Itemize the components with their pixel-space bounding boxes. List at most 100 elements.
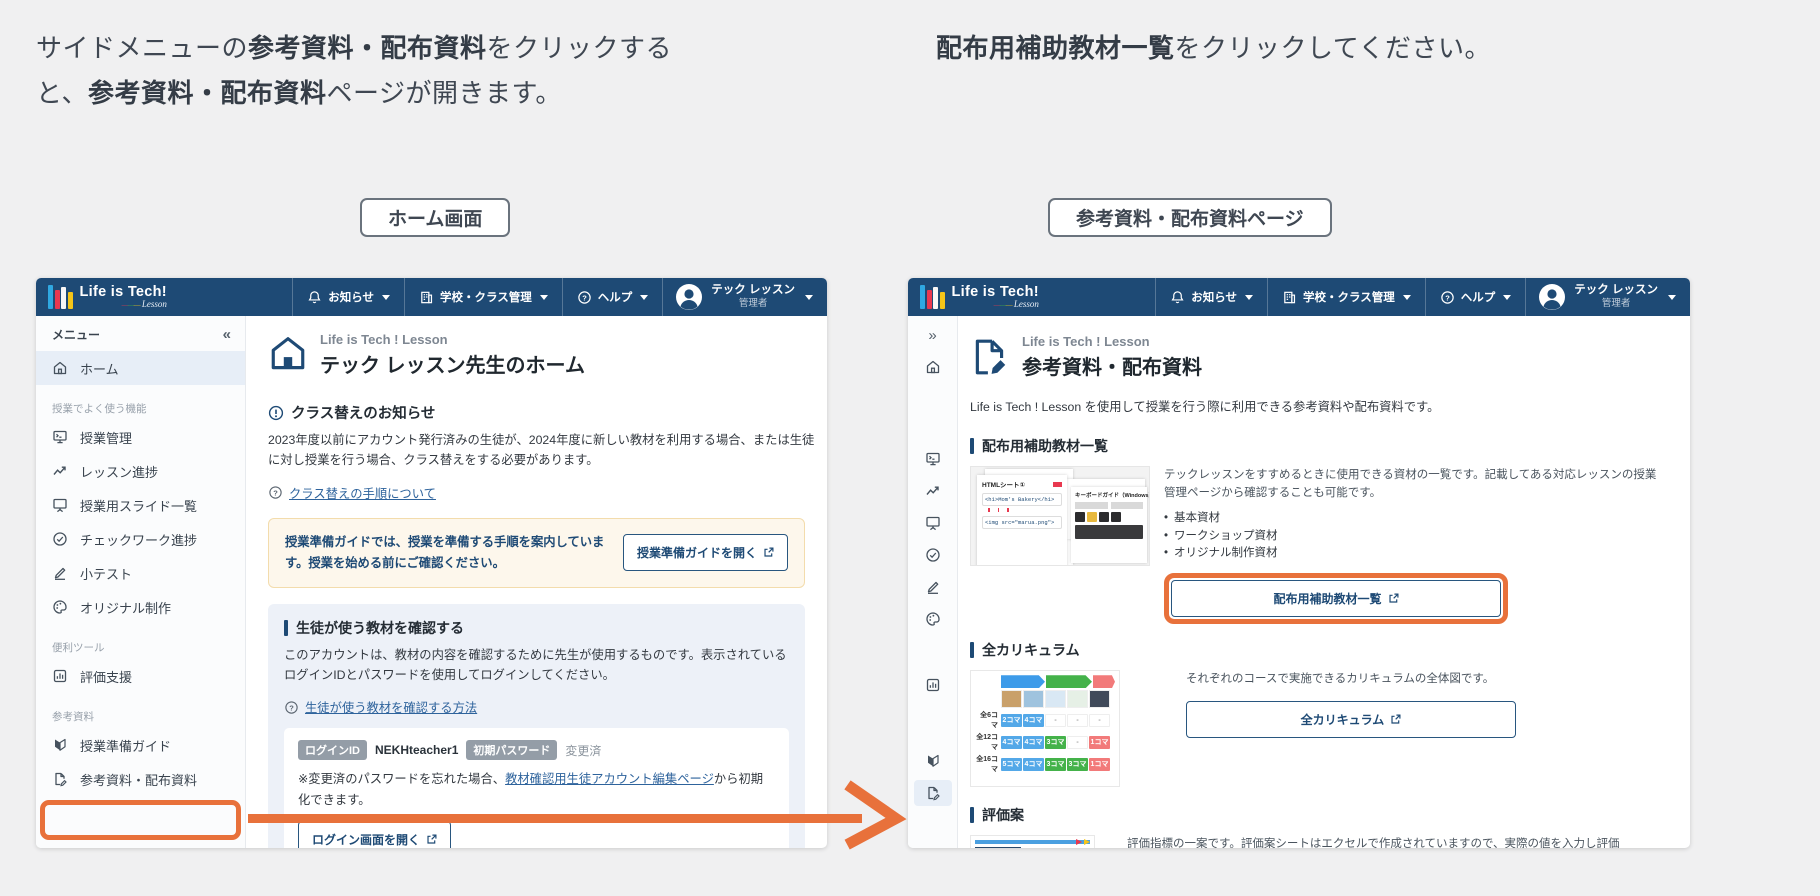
nav-school-class-management[interactable]: 学校・クラス管理 [1267, 278, 1425, 316]
open-prep-guide-button[interactable]: 授業準備ガイドを開く [622, 534, 788, 572]
page-intro: Life is Tech ! Lesson を使用して授業を行う際に利用できる参… [970, 400, 1440, 414]
curriculum-cell: 3コマ [1067, 757, 1088, 771]
sidebar-item-home[interactable]: ホーム [36, 351, 245, 385]
sidebar-item-reference-materials[interactable]: 参考資料・配布資料 [36, 762, 245, 796]
user-role: 管理者 [738, 298, 768, 310]
curriculum-row-label: 全16コマ [976, 756, 998, 774]
slides-icon[interactable] [914, 510, 952, 536]
class-management-icon[interactable] [914, 446, 952, 472]
external-link-icon [764, 547, 774, 557]
bullet-item: 基本資材 [1164, 510, 1666, 528]
lesson-progress-icon [53, 466, 66, 475]
sidebar-item-evaluation-support[interactable]: 評価支援 [36, 659, 245, 693]
sidebar-item-lesson-progress[interactable]: レッスン進捗 [36, 454, 245, 488]
logo-books-icon [48, 285, 73, 309]
sidebar-collapse-button[interactable]: « [223, 326, 231, 343]
checkwork-icon[interactable] [914, 542, 952, 568]
curriculum-row-label: 全6コマ [980, 712, 998, 730]
sidebar-expand-icon[interactable]: » [914, 322, 952, 348]
bullet-item: ワークショップ資材 [1164, 528, 1666, 546]
home-screen-screenshot: Life is Tech! ——— Lesson お知らせ 学校・クラス管理 ?… [36, 278, 827, 848]
curriculum-cell: - [1067, 735, 1088, 749]
reference-main-content: Life is Tech ! Lesson 参考資料・配布資料 Life is … [958, 316, 1690, 848]
sheet-title: HTMLシート① [982, 482, 1026, 489]
home-icon [53, 361, 67, 375]
quiz-icon[interactable] [914, 574, 952, 600]
nav-help[interactable]: ? ヘルプ [1424, 278, 1526, 316]
breadcrumb: Life is Tech ! Lesson [320, 332, 448, 347]
checkwork-icon [53, 532, 67, 546]
logo-subtitle: Lesson [141, 298, 167, 309]
evaluation-icon [53, 669, 67, 683]
notice-body: 2023年度以前にアカウント発行済みの生徒が、2024年度に新しい教材を利用する… [268, 433, 815, 467]
login-credentials-card: ログインID NEKHteacher1 初期パスワード 変更済 ※変更済のパスワ… [284, 728, 789, 848]
nav-label: お知らせ [328, 292, 375, 304]
external-link-icon [1388, 593, 1398, 603]
curriculum-thumbnail: 全6コマ 2コマ 4コマ - - - 全12コマ 4コマ 4コマ 3コマ - 1… [970, 670, 1120, 788]
evaluation-icon[interactable] [914, 672, 952, 698]
user-role: 管理者 [1601, 298, 1631, 310]
nav-notifications[interactable]: お知らせ [292, 278, 404, 316]
password-status: 変更済 [565, 743, 602, 758]
code-snippet: <img src="marua.png"> [982, 516, 1062, 529]
sidebar-item-lesson-prep-guide[interactable]: 授業準備ガイド [36, 728, 245, 762]
menu-label: メニュー [52, 328, 101, 342]
open-login-screen-button[interactable]: ログイン画面を開く [298, 821, 452, 848]
sidebar-item-original-creation[interactable]: オリジナル制作 [36, 590, 245, 624]
arrow-head-icon [844, 780, 907, 850]
handout-list-button[interactable]: 配布用補助教材一覧 [1171, 580, 1501, 618]
evaluation-description: 評価指標の一案です。評価案シートはエクセルで作成されていますので、実際の値を入力… [1127, 838, 1620, 848]
curriculum-cell: 4コマ [1023, 713, 1044, 727]
nav-notifications[interactable]: お知らせ [1155, 278, 1267, 316]
sidebar-item-label: ホーム [80, 361, 119, 377]
external-link-icon [427, 834, 437, 844]
alert-icon [268, 405, 284, 420]
nav-label: お知らせ [1191, 292, 1238, 304]
curriculum-cell: 1コマ [1089, 757, 1110, 771]
sidebar-item-label: 評価支援 [80, 669, 133, 685]
chevron-down-icon [539, 294, 548, 300]
sidebar-item-label: オリジナル制作 [80, 600, 172, 616]
curriculum-cell: 4コマ [1023, 735, 1044, 749]
avatar [676, 284, 703, 310]
login-id-badge: ログインID [298, 740, 367, 761]
home-title-icon [271, 337, 305, 370]
full-curriculum-button[interactable]: 全カリキュラム [1186, 700, 1516, 738]
avatar [1539, 284, 1566, 310]
sidebar-item-checkwork-progress[interactable]: チェックワーク進捗 [36, 522, 245, 556]
handout-section-title: 配布用補助教材一覧 [982, 438, 1108, 454]
class-change-procedure-link[interactable]: クラス替えの手順について [289, 484, 436, 502]
class-management-icon [53, 430, 67, 444]
chevron-down-icon [805, 294, 813, 300]
lesson-progress-icon[interactable] [914, 478, 952, 504]
sidebar-item-label: レッスン進捗 [80, 464, 159, 480]
evaluation-section-title: 評価案 [982, 807, 1024, 824]
sidebar-section-title: 授業でよく使う機能 [52, 403, 147, 415]
help-icon: ? [269, 486, 282, 499]
check-materials-link[interactable]: 生徒が使う教材を確認する方法 [305, 698, 477, 716]
reference-icon[interactable] [913, 780, 952, 806]
user-menu[interactable]: テック レッスン 管理者 [662, 278, 817, 316]
curriculum-description: それぞれのコースで実施できるカリキュラムの全体図です。 [1186, 673, 1495, 686]
keyboard-guide-title: キーボードガイド（Windows） [1075, 493, 1150, 499]
sidebar-item-quiz[interactable]: 小テスト [36, 556, 245, 590]
guide-icon[interactable] [914, 748, 952, 774]
sidebar-menu: メニュー « ホーム 授業でよく使う機能 授業管理 レッスン進捗 授業用スライド… [36, 316, 246, 848]
prep-guide-banner: 授業準備ガイドでは、授業を準備する手順を案内しています。授業を始める前にご確認く… [268, 517, 805, 588]
nav-help[interactable]: ? ヘルプ [561, 278, 663, 316]
help-icon: ? [1441, 290, 1454, 304]
home-icon[interactable] [914, 354, 952, 380]
external-link-icon [1391, 714, 1401, 724]
sidebar-item-label: 参考資料・配布資料 [80, 772, 198, 788]
original-icon[interactable] [914, 606, 952, 632]
instruction-segment: サイドメニューの [36, 33, 249, 63]
nav-school-class-management[interactable]: 学校・クラス管理 [404, 278, 562, 316]
student-account-edit-link[interactable]: 教材確認用生徒アカウント編集ページ [505, 772, 714, 786]
tutorial-page: サイドメニューの参考資料・配布資料をクリックすると、参考資料・配布資料ページが開… [0, 0, 1820, 896]
sidebar-item-class-management[interactable]: 授業管理 [36, 420, 245, 454]
section-bar [284, 619, 288, 636]
svg-text:?: ? [289, 703, 294, 712]
reference-title-icon [975, 339, 1006, 375]
sidebar-item-class-slides[interactable]: 授業用スライド一覧 [36, 488, 245, 522]
user-menu[interactable]: テック レッスン 管理者 [1525, 278, 1680, 316]
